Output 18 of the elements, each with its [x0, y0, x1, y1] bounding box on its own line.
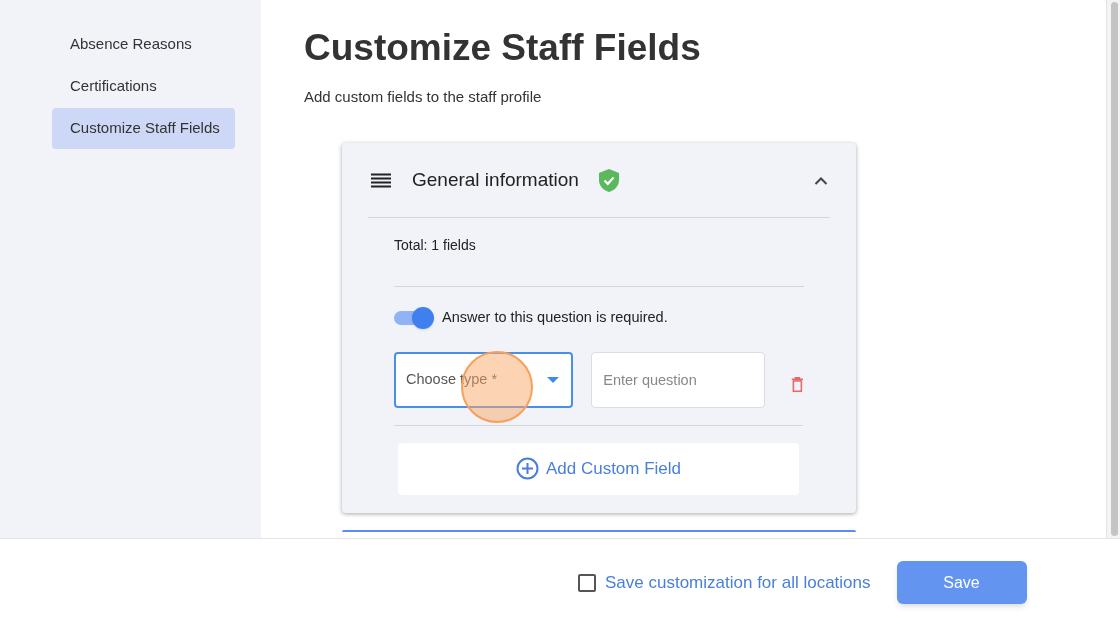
sidebar-item[interactable]: Certifications — [52, 66, 235, 107]
page-title: Customize Staff Fields — [304, 26, 702, 70]
page-subtitle: Add custom fields to the staff profile — [304, 87, 543, 107]
delete-icon[interactable] — [791, 374, 804, 394]
toggle-switch[interactable] — [394, 306, 434, 329]
sidebar-item[interactable]: Customize Staff Fields — [52, 108, 235, 149]
add-custom-field-button[interactable]: Add Custom Field — [398, 442, 799, 495]
toggle-label: Answer to this question is required. — [442, 307, 668, 327]
dropdown-caret-icon — [547, 376, 560, 383]
plus-circle-icon — [515, 457, 539, 480]
menu-icon[interactable] — [371, 173, 391, 188]
field-count: Total: 1 fields — [394, 235, 477, 255]
save-button[interactable]: Save — [896, 561, 1027, 604]
sidebar-item[interactable]: Absence Reasons — [52, 24, 235, 65]
question-field[interactable]: Enter question — [591, 351, 766, 408]
all-locations-checkbox[interactable]: Save customization for all locations — [578, 569, 871, 596]
collapse-button[interactable] — [814, 176, 828, 185]
section-title: General information — [412, 168, 579, 193]
